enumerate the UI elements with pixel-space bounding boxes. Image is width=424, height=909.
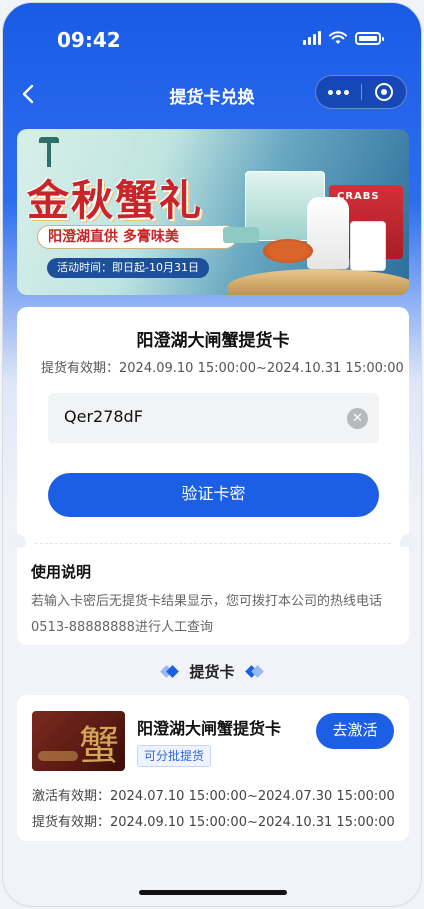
pickup-label: 提货有效期：	[32, 815, 111, 830]
wine-box-illustration	[350, 221, 386, 271]
clear-icon[interactable]: ✕	[347, 408, 368, 429]
thumbnail-char: 蟹	[79, 723, 119, 769]
validity-label: 提货有效期：	[41, 361, 120, 376]
promo-banner[interactable]: 金秋蟹礼 阳澄湖直供 多膏味美 活动时间：即日起-10月31日 CRABS	[17, 129, 409, 295]
display-platform	[227, 269, 409, 295]
more-button[interactable]	[316, 76, 361, 108]
diamond-right-icon	[244, 665, 264, 678]
card-validity: 提货有效期：2024.09.10 15:00:00~2024.10.31 15:…	[41, 357, 404, 376]
banner-slogan: 阳澄湖直供 多膏味美	[37, 225, 237, 249]
wifi-icon	[329, 31, 347, 44]
home-indicator[interactable]	[139, 890, 287, 895]
activation-label: 激活有效期：	[32, 789, 111, 804]
status-icons	[303, 31, 384, 45]
status-bar: 09:42	[3, 3, 421, 73]
phone-screen: 09:42 提货卡兑换 金秋蟹礼 阳澄湖直供 多膏味美 活动时间：即日起-10月…	[2, 2, 422, 907]
activate-button[interactable]: 去激活	[316, 713, 394, 749]
banner-title: 金秋蟹礼	[27, 176, 204, 225]
card-title: 阳澄湖大闸蟹提货卡	[136, 331, 290, 351]
divider	[35, 543, 391, 544]
banner-date: 活动时间：即日起-10月31日	[47, 258, 209, 278]
verify-button[interactable]: 验证卡密	[48, 473, 379, 517]
nav-bar: 提货卡兑换	[3, 73, 421, 117]
crab-illustration	[263, 239, 313, 263]
code-input-box: ✕	[48, 393, 379, 443]
help-card: 使用说明 若输入卡密后无提货卡结果显示，您可拨打本公司的热线电话0513-888…	[17, 547, 409, 645]
pickup-period: 提货有效期：2024.09.10 15:00:00~2024.10.31 15:…	[32, 811, 395, 830]
wine-jar-illustration	[307, 197, 349, 269]
card-thumbnail: 蟹	[32, 711, 125, 771]
target-icon	[374, 83, 393, 101]
pickup-value: 2024.09.10 15:00:00~2024.10.31 15:00:00	[110, 815, 395, 830]
small-box-illustration	[223, 227, 259, 243]
batch-pickup-tag: 可分批提货	[137, 745, 212, 767]
more-dots-icon	[327, 89, 349, 95]
help-text: 若输入卡密后无提货卡结果显示，您可拨打本公司的热线电话0513-88888888…	[31, 594, 383, 635]
validity-value: 2024.09.10 15:00:00~2024.10.31 15:00:00	[119, 361, 404, 376]
redeem-card: 阳澄湖大闸蟹提货卡 提货有效期：2024.09.10 15:00:00~2024…	[8, 307, 418, 552]
activation-value: 2024.07.10 15:00:00~2024.07.30 15:00:00	[110, 789, 395, 804]
signal-icon	[303, 31, 321, 45]
status-time: 09:42	[57, 28, 121, 52]
close-miniprogram-button[interactable]	[362, 76, 407, 108]
battery-icon	[355, 31, 384, 45]
section-label: 提货卡	[189, 663, 235, 681]
pickup-card-item[interactable]: 蟹 阳澄湖大闸蟹提货卡 可分批提货 去激活 激活有效期：2024.07.10 1…	[17, 695, 409, 841]
miniprogram-capsule	[315, 75, 407, 109]
pagoda-illustration	[39, 137, 59, 167]
section-header: 提货卡	[3, 661, 421, 682]
diamond-left-icon	[160, 665, 180, 678]
help-title: 使用说明	[31, 563, 92, 581]
card-code-input[interactable]	[64, 407, 334, 426]
activation-period: 激活有效期：2024.07.10 15:00:00~2024.07.30 15:…	[32, 785, 395, 804]
pickup-card-name: 阳澄湖大闸蟹提货卡	[137, 719, 282, 738]
